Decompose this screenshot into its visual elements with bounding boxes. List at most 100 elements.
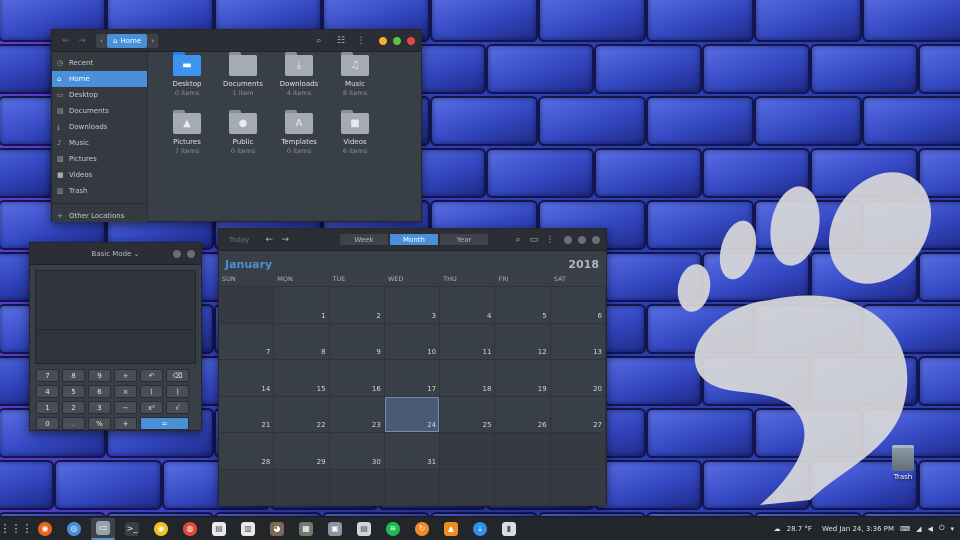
day-cell-21[interactable]: 21 (219, 396, 275, 433)
network-icon[interactable]: ◢ (916, 525, 921, 533)
clock-text[interactable]: Wed Jan 24, 3:36 PM (822, 525, 894, 533)
taskbar-system-monitor[interactable]: ▤ (352, 518, 376, 540)
day-cell-23[interactable]: 23 (329, 396, 385, 433)
tab-month[interactable]: Month (389, 233, 439, 246)
search-icon[interactable]: ⌕ (510, 235, 526, 245)
next-arrow-icon[interactable]: → (277, 235, 293, 245)
app-grid-button[interactable]: ⋮⋮⋮ (0, 518, 33, 540)
power-icon[interactable]: ⏻ (939, 524, 945, 533)
day-cell-empty[interactable] (495, 469, 551, 506)
sidebar-item-music[interactable]: ♪ Music (52, 135, 147, 151)
folder-videos[interactable]: ■ Videos 6 items (327, 110, 383, 168)
sidebar-item-recent[interactable]: ◷ Recent (52, 55, 147, 71)
folder-downloads[interactable]: ⤓ Downloads 4 items (271, 52, 327, 110)
calculator-window[interactable]: Basic Mode ⌄ 7 8 9 ÷ ↶ ⌫ 4 5 6 ×() 1 2 3− x² √ 0.% + = (29, 242, 202, 431)
sidebar-item-trash[interactable]: ▥ Trash (52, 183, 147, 199)
taskbar-rhythmbox[interactable]: ◉ (149, 518, 173, 540)
day-cell-22[interactable]: 22 (274, 396, 330, 433)
taskbar-installer[interactable]: ⤓ (468, 518, 492, 540)
key-1[interactable]: 8 (62, 369, 85, 382)
day-cell-empty[interactable] (384, 469, 441, 506)
taskbar-screenshot[interactable]: ▣ (323, 518, 347, 540)
close-button[interactable] (187, 249, 195, 258)
day-cell-11[interactable]: 11 (440, 323, 496, 360)
key-12[interactable]: 1 (36, 401, 59, 414)
day-cell-empty[interactable] (219, 287, 275, 324)
key-8[interactable]: 6 (88, 385, 111, 398)
menu-arrow-icon[interactable]: ▾ (950, 525, 954, 533)
tab-year[interactable]: Year (439, 233, 489, 246)
taskbar-gimp[interactable]: ◕ (265, 518, 289, 540)
key-5[interactable]: ⌫ (166, 369, 189, 382)
day-cell-empty[interactable] (274, 469, 330, 506)
folder-documents[interactable]: Documents 1 item (215, 52, 271, 110)
day-cell-29[interactable]: 29 (274, 433, 330, 470)
day-cell-2[interactable]: 2 (329, 287, 385, 324)
path-home-button[interactable]: ⌂ Home (107, 33, 148, 48)
sidebar-item-other-locations[interactable]: + Other Locations (52, 208, 147, 224)
key-11[interactable]: ) (166, 385, 189, 398)
folder-music[interactable]: ♫ Music 8 items (327, 52, 383, 110)
day-cell-14[interactable]: 14 (219, 360, 275, 397)
day-cell-1[interactable]: 1 (274, 287, 330, 324)
calendar-management-icon[interactable]: ▭ (526, 235, 542, 245)
day-cell-6[interactable]: 6 (550, 287, 606, 324)
key-2[interactable]: 9 (88, 369, 111, 382)
desktop-trash[interactable]: Trash (886, 445, 920, 481)
calendar-window[interactable]: Today ← → Week Month Year ⌕ ▭ ⋮ January 20… (218, 228, 607, 506)
day-cell-28[interactable]: 28 (219, 433, 275, 470)
view-options-icon[interactable]: ☷ (333, 36, 349, 46)
key-16[interactable]: x² (140, 401, 163, 414)
path-left-button[interactable]: ‹ (96, 33, 107, 48)
menu-kebab-icon[interactable]: ⋮ (542, 235, 558, 245)
key-21[interactable]: + (114, 417, 137, 430)
folder-templates[interactable]: A Templates 0 items (271, 110, 327, 168)
close-button[interactable] (592, 235, 600, 244)
day-cell-empty[interactable] (550, 433, 606, 470)
taskbar-software-update[interactable]: ↻ (410, 518, 434, 540)
day-cell-20[interactable]: 20 (550, 360, 606, 397)
previous-arrow-icon[interactable]: ← (261, 235, 277, 245)
day-cell-4[interactable]: 4 (440, 287, 496, 324)
day-cell-12[interactable]: 12 (495, 323, 551, 360)
taskbar-firefox[interactable]: ◉ (33, 518, 57, 540)
keyboard-icon[interactable]: ⌨ (900, 525, 910, 533)
key-4[interactable]: ↶ (140, 369, 163, 382)
taskbar-vlc[interactable]: ▲ (439, 518, 463, 540)
key-17[interactable]: √ (166, 401, 189, 414)
sidebar-item-downloads[interactable]: ⤓ Downloads (52, 119, 147, 135)
day-cell-17[interactable]: 17 (384, 360, 441, 397)
sidebar-item-desktop[interactable]: ▭ Desktop (52, 87, 147, 103)
day-cell-empty[interactable] (440, 433, 496, 470)
day-cell-15[interactable]: 15 (274, 360, 330, 397)
menu-kebab-icon[interactable]: ⋮ (353, 36, 369, 46)
taskbar-chromium[interactable]: ◎ (62, 518, 86, 540)
taskbar-files[interactable]: ▭ (91, 517, 115, 540)
close-button[interactable] (407, 36, 415, 45)
taskbar-spotify[interactable]: ≋ (381, 518, 405, 540)
folder-public[interactable]: ● Public 0 items (215, 110, 271, 168)
path-right-button[interactable]: › (147, 33, 159, 48)
day-cell-18[interactable]: 18 (440, 360, 496, 397)
day-cell-27[interactable]: 27 (550, 396, 606, 433)
day-cell-16[interactable]: 16 (329, 360, 385, 397)
day-cell-30[interactable]: 30 (329, 433, 385, 470)
taskbar-terminal-2[interactable]: ▮ (497, 518, 521, 540)
day-cell-7[interactable]: 7 (219, 323, 275, 360)
day-cell-empty[interactable] (550, 469, 606, 506)
folder-pictures[interactable]: ▲ Pictures 7 items (159, 110, 215, 168)
tab-week[interactable]: Week (339, 233, 389, 246)
back-arrow-icon[interactable]: ← (58, 36, 74, 46)
day-cell-19[interactable]: 19 (495, 360, 551, 397)
day-cell-empty[interactable] (440, 469, 496, 506)
day-cell-5[interactable]: 5 (495, 287, 551, 324)
mode-dropdown[interactable]: Basic Mode ⌄ (92, 250, 140, 258)
key-15[interactable]: − (114, 401, 137, 414)
key-0[interactable]: 7 (36, 369, 59, 382)
taskbar-text-editor[interactable]: ▤ (207, 518, 231, 540)
taskbar-calculator[interactable]: ▦ (294, 518, 318, 540)
files-window[interactable]: ← → ‹ ⌂ Home › ⌕ ☷ ⋮ ◷ Recent ⌂ Home ▭ Deskto… (51, 29, 422, 222)
key-19[interactable]: . (62, 417, 85, 430)
taskbar-document-viewer[interactable]: ▥ (236, 518, 260, 540)
key-20[interactable]: % (88, 417, 111, 430)
